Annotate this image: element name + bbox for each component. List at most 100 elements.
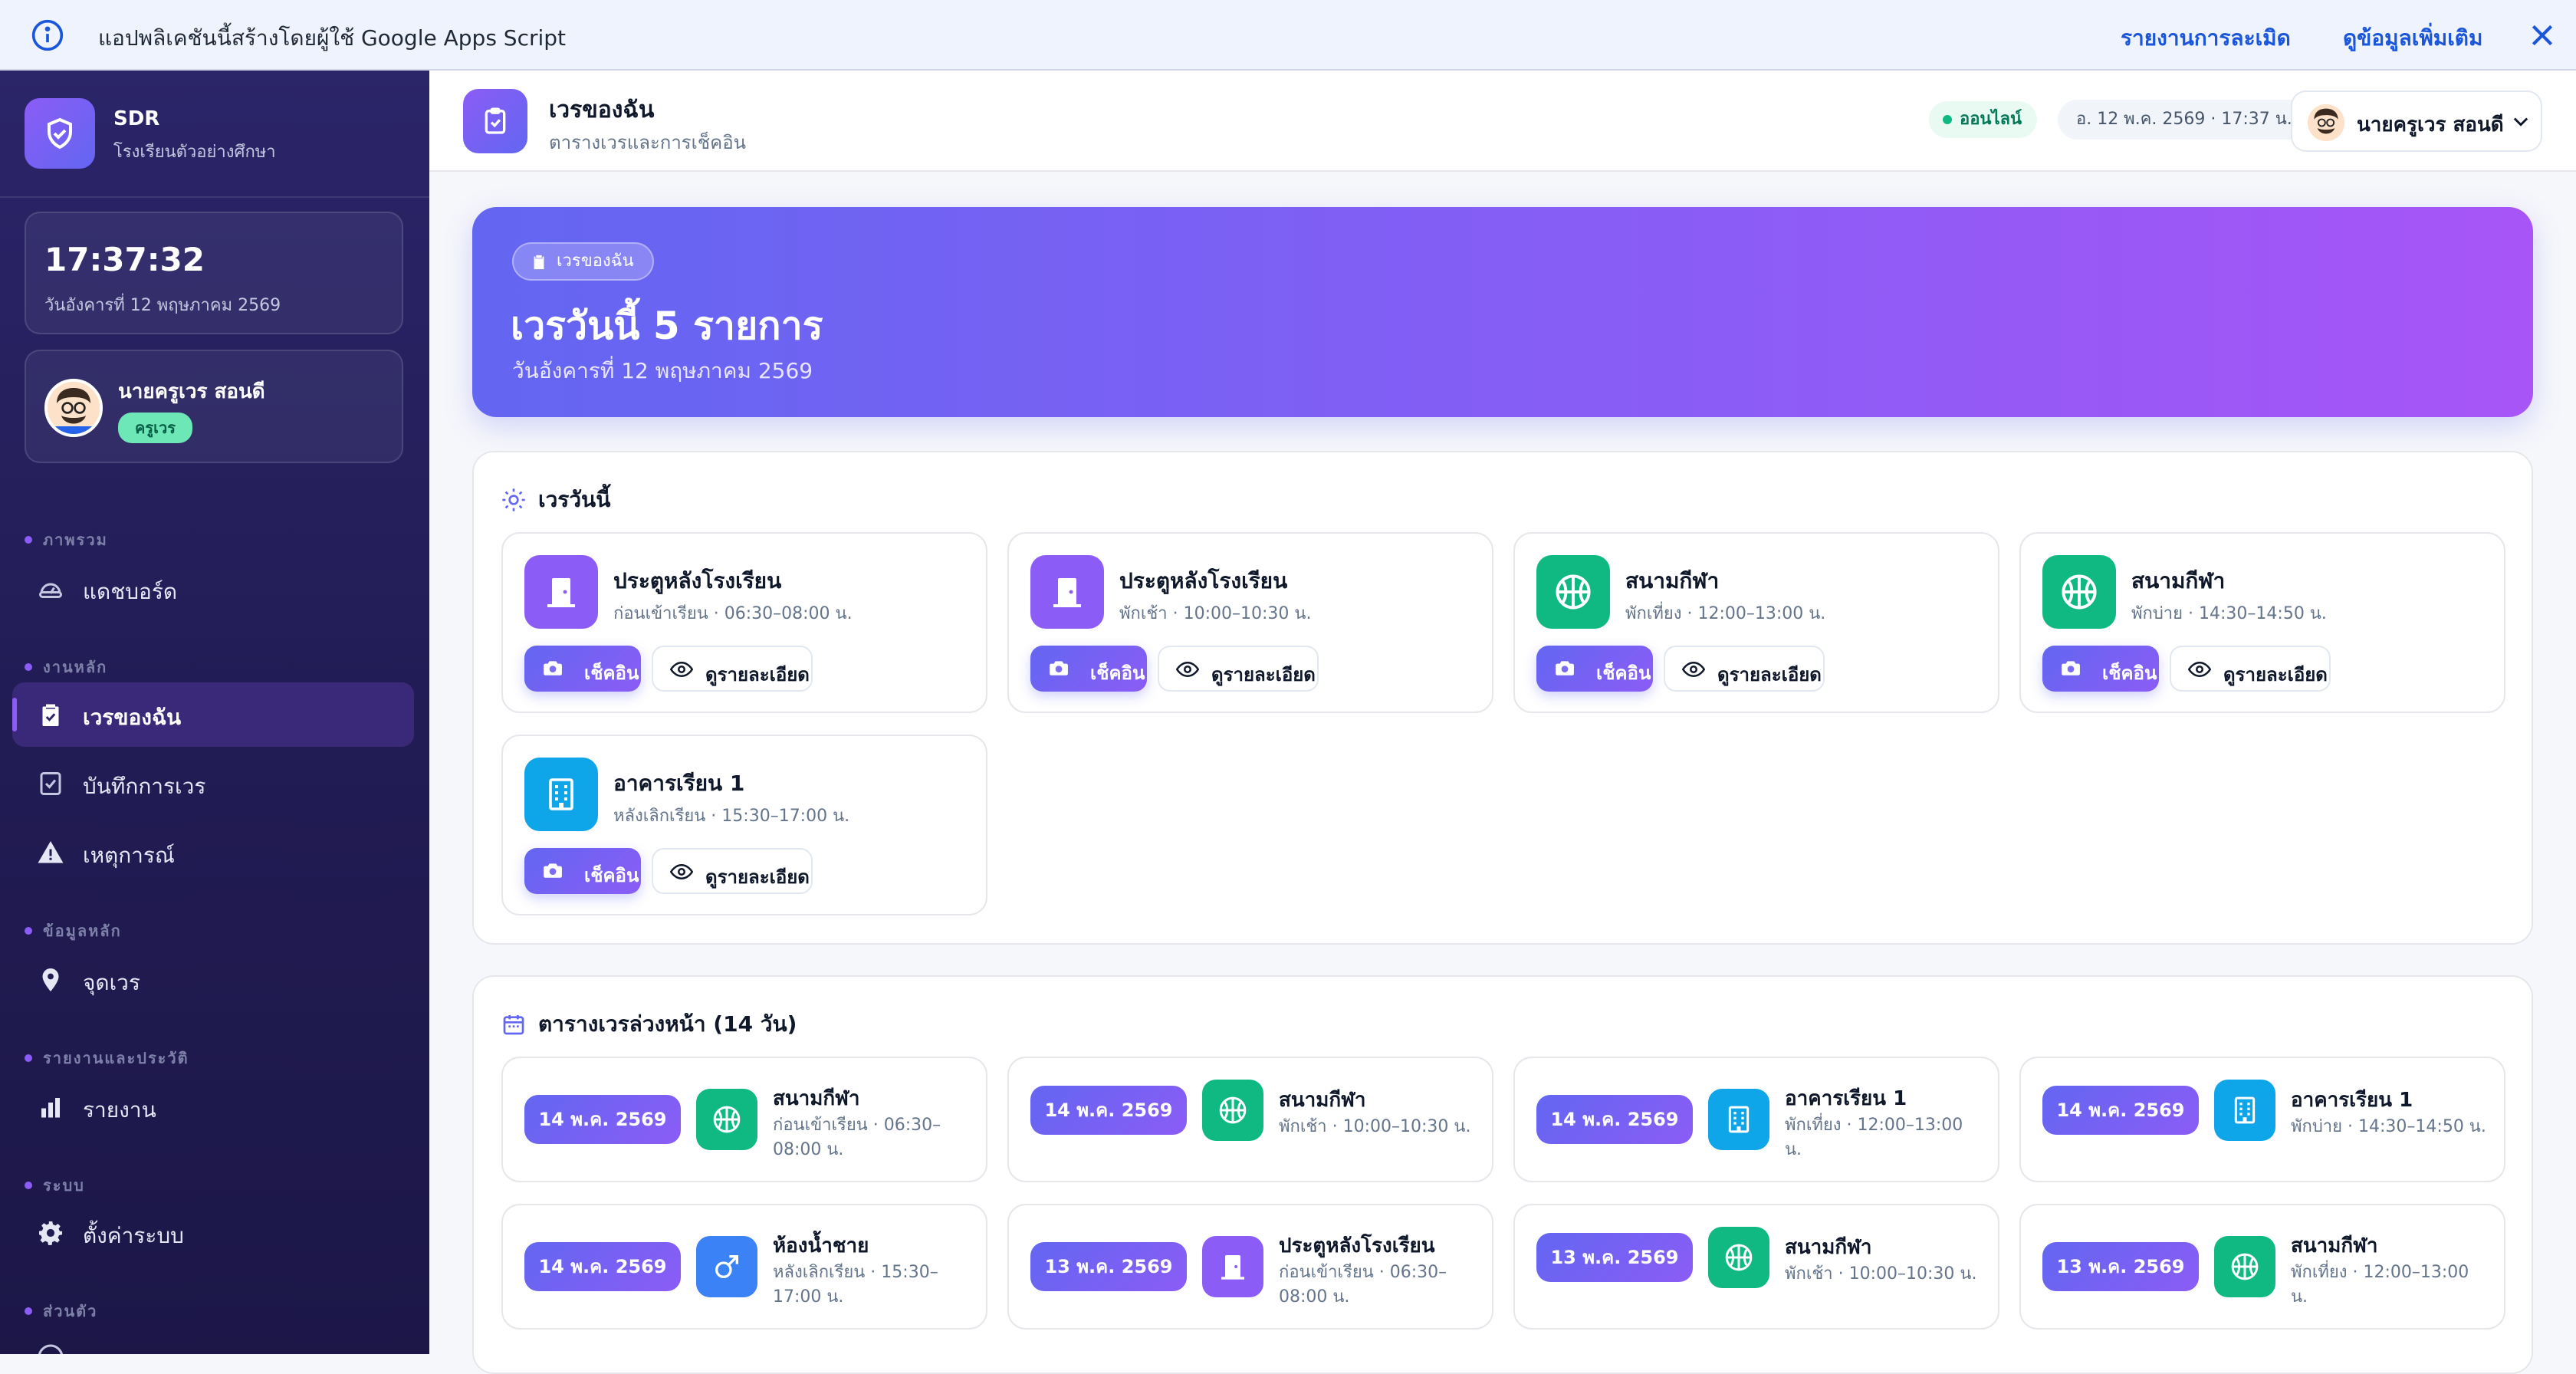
checkin-label: เช็คอิน (584, 865, 639, 886)
schedule-date: 14 พ.ค. 2569 (2042, 1086, 2199, 1135)
schedule-time: ก่อนเข้าเรียน · 06:30–08:00 น. (1279, 1263, 1447, 1307)
view-details-button[interactable]: ดูรายละเอียด (1664, 646, 1825, 692)
section-title: เวรวันนี้ (501, 483, 610, 517)
sidebar-item-dashboard[interactable]: แดชบอร์ด (12, 557, 414, 621)
clipboard-icon (534, 255, 544, 270)
clock-date: วันอังคารที่ 12 พฤษภาคม 2569 (44, 296, 281, 315)
duty-icon-tile (1536, 555, 1610, 629)
sidebar-item-duty-log[interactable]: บันทึกการเวร (12, 751, 414, 816)
user-circle-icon (38, 1344, 64, 1354)
checkin-button[interactable]: เช็คอิน (1536, 646, 1653, 692)
duty-name: ประตูหลังโรงเรียน (613, 568, 782, 593)
sidebar-item-my-duty[interactable]: เวรของฉัน (12, 682, 414, 747)
shield-icon (48, 117, 72, 150)
schedule-time: ก่อนเข้าเรียน · 06:30–08:00 น. (773, 1116, 941, 1159)
view-details-button[interactable]: ดูรายละเอียด (1158, 646, 1319, 692)
user-card[interactable]: นายครูเวร สอนดี ครูเวร (25, 350, 403, 463)
section-label: ข้อมูลหลัก (43, 922, 122, 940)
schedule-time: พักเช้า · 10:00–10:30 น. (1785, 1264, 1977, 1284)
duty-card: ประตูหลังโรงเรียน พักเช้า · 10:00–10:30 น… (1007, 532, 1493, 713)
datetime-badge: อ. 12 พ.ค. 2569 · 17:37 น. (2058, 100, 2311, 140)
user-avatar-icon (2308, 104, 2344, 141)
door-icon (1053, 578, 1081, 607)
duty-card: อาคารเรียน 1 หลังเลิกเรียน · 15:30–17:00 … (501, 735, 987, 915)
checkin-label: เช็คอิน (2102, 662, 2157, 684)
checklist-icon (40, 772, 61, 795)
sidebar-item-settings[interactable]: ตั้งค่าระบบ (12, 1201, 414, 1265)
schedule-time: พักเช้า · 10:00–10:30 น. (1279, 1117, 1471, 1136)
clipboard-check-icon (42, 704, 59, 726)
schedule-icon-tile (2214, 1080, 2275, 1141)
schedule-card: 14 พ.ค. 2569 อาคารเรียน 1 พักบ่าย · 14:30–… (2019, 1057, 2505, 1182)
building-icon (2234, 1096, 2256, 1124)
gauge-icon (39, 583, 62, 598)
duty-time: หลังเลิกเรียน · 15:30–17:00 น. (613, 807, 850, 826)
section-personal: ส่วนตัว (25, 1299, 97, 1323)
avatar (44, 379, 103, 437)
schedule-card: 13 พ.ค. 2569 สนามกีฬา พักเช้า · 10:00–10:3… (1513, 1204, 1999, 1330)
section-title: ตารางเวรล่วงหน้า (14 วัน) (501, 1007, 797, 1041)
schedule-date: 13 พ.ค. 2569 (1030, 1242, 1187, 1291)
section-label: รายงานและประวัติ (43, 1049, 189, 1067)
user-name: นายครูเวร สอนดี (118, 380, 265, 403)
view-details-button[interactable]: ดูรายละเอียด (2170, 646, 2331, 692)
camera-icon (2062, 661, 2080, 675)
bar-chart-icon (41, 1098, 60, 1118)
schedule-card: 13 พ.ค. 2569 ประตูหลังโรงเรียนก่อนเข้าเรี… (1007, 1204, 1493, 1330)
schedule-time: พักเที่ยง · 12:00–13:00 น. (1785, 1116, 1963, 1159)
user-menu-button[interactable]: นายครูเวร สอนดี (2291, 90, 2542, 152)
sidebar-divider (0, 196, 429, 198)
eye-icon (2188, 661, 2211, 678)
camera-icon (1050, 661, 1068, 675)
checkin-button[interactable]: เช็คอิน (1030, 646, 1147, 692)
duty-card: สนามกีฬา พักเที่ยง · 12:00–13:00 น. เช็คอิ… (1513, 532, 1999, 713)
eye-icon (670, 661, 693, 678)
basketball-icon (1219, 1096, 1247, 1124)
schedule-date: 14 พ.ค. 2569 (1536, 1095, 1693, 1144)
duty-name: สนามกีฬา (2131, 568, 2226, 593)
door-icon (547, 578, 575, 607)
apps-script-banner: แอปพลิเคชันนี้สร้างโดยผู้ใช้ Google Apps… (0, 0, 2576, 71)
duty-icon-tile (524, 758, 598, 831)
eye-icon (670, 863, 693, 880)
checkin-button[interactable]: เช็คอิน (524, 848, 641, 894)
user-menu-name: นายครูเวร สอนดี (2357, 113, 2504, 136)
schedule-card: 13 พ.ค. 2569 สนามกีฬา พักเที่ยง · 12:00–13… (2019, 1204, 2505, 1330)
view-details-button[interactable]: ดูรายละเอียด (652, 646, 813, 692)
section-title-text: เวรวันนี้ (538, 487, 611, 512)
learn-more-link[interactable]: ดูข้อมูลเพิ่มเติม (2343, 21, 2482, 55)
sun-icon (502, 488, 525, 511)
close-icon[interactable] (2527, 20, 2558, 51)
schedule-date: 14 พ.ค. 2569 (1030, 1086, 1187, 1135)
schedule-icon-tile (1708, 1089, 1769, 1150)
section-overview: ภาพรวม (25, 528, 108, 552)
chevron-down-icon (2513, 117, 2528, 127)
schedule-location: ประตูหลังโรงเรียน (1279, 1234, 1435, 1257)
basketball-icon (2231, 1253, 2259, 1280)
section-label: ส่วนตัว (43, 1302, 98, 1320)
report-abuse-link[interactable]: รายงานการละเมิด (2121, 21, 2291, 55)
sidebar-item-duty-points[interactable]: จุดเวร (12, 948, 414, 1012)
schedule-date: 14 พ.ค. 2569 (524, 1242, 681, 1291)
calendar-icon (503, 1015, 524, 1035)
eye-icon (1176, 661, 1199, 678)
section-label: ระบบ (43, 1176, 85, 1195)
schedule-icon-tile (696, 1236, 757, 1297)
schedule-icon-tile (1202, 1236, 1263, 1297)
checkin-button[interactable]: เช็คอิน (524, 646, 641, 692)
checkin-label: เช็คอิน (1596, 662, 1651, 684)
duty-card: สนามกีฬา พักบ่าย · 14:30–14:50 น. เช็คอิน ด… (2019, 532, 2505, 713)
sidebar-item-reports[interactable]: รายงาน (12, 1075, 414, 1139)
info-icon (31, 19, 64, 51)
schedule-card: 14 พ.ค. 2569 สนามกีฬา พักเช้า · 10:00–10:3… (1007, 1057, 1493, 1182)
top-bar: เวรของฉัน ตารางเวรและการเช็คอิน ออนไลน์ … (429, 71, 2576, 172)
checkin-button[interactable]: เช็คอิน (2042, 646, 2159, 692)
building-icon (1728, 1106, 1750, 1133)
school-name: โรงเรียนตัวอย่างศึกษา (113, 143, 276, 162)
building-icon (549, 778, 573, 810)
duty-icon-tile (2042, 555, 2116, 629)
view-details-button[interactable]: ดูรายละเอียด (652, 848, 813, 894)
sidebar-item-incidents[interactable]: เหตุการณ์ (12, 820, 414, 885)
hero-banner: เวรของฉัน เวรวันนี้ 5 รายการ วันอังคารที… (472, 207, 2533, 417)
camera-icon (1556, 661, 1574, 675)
